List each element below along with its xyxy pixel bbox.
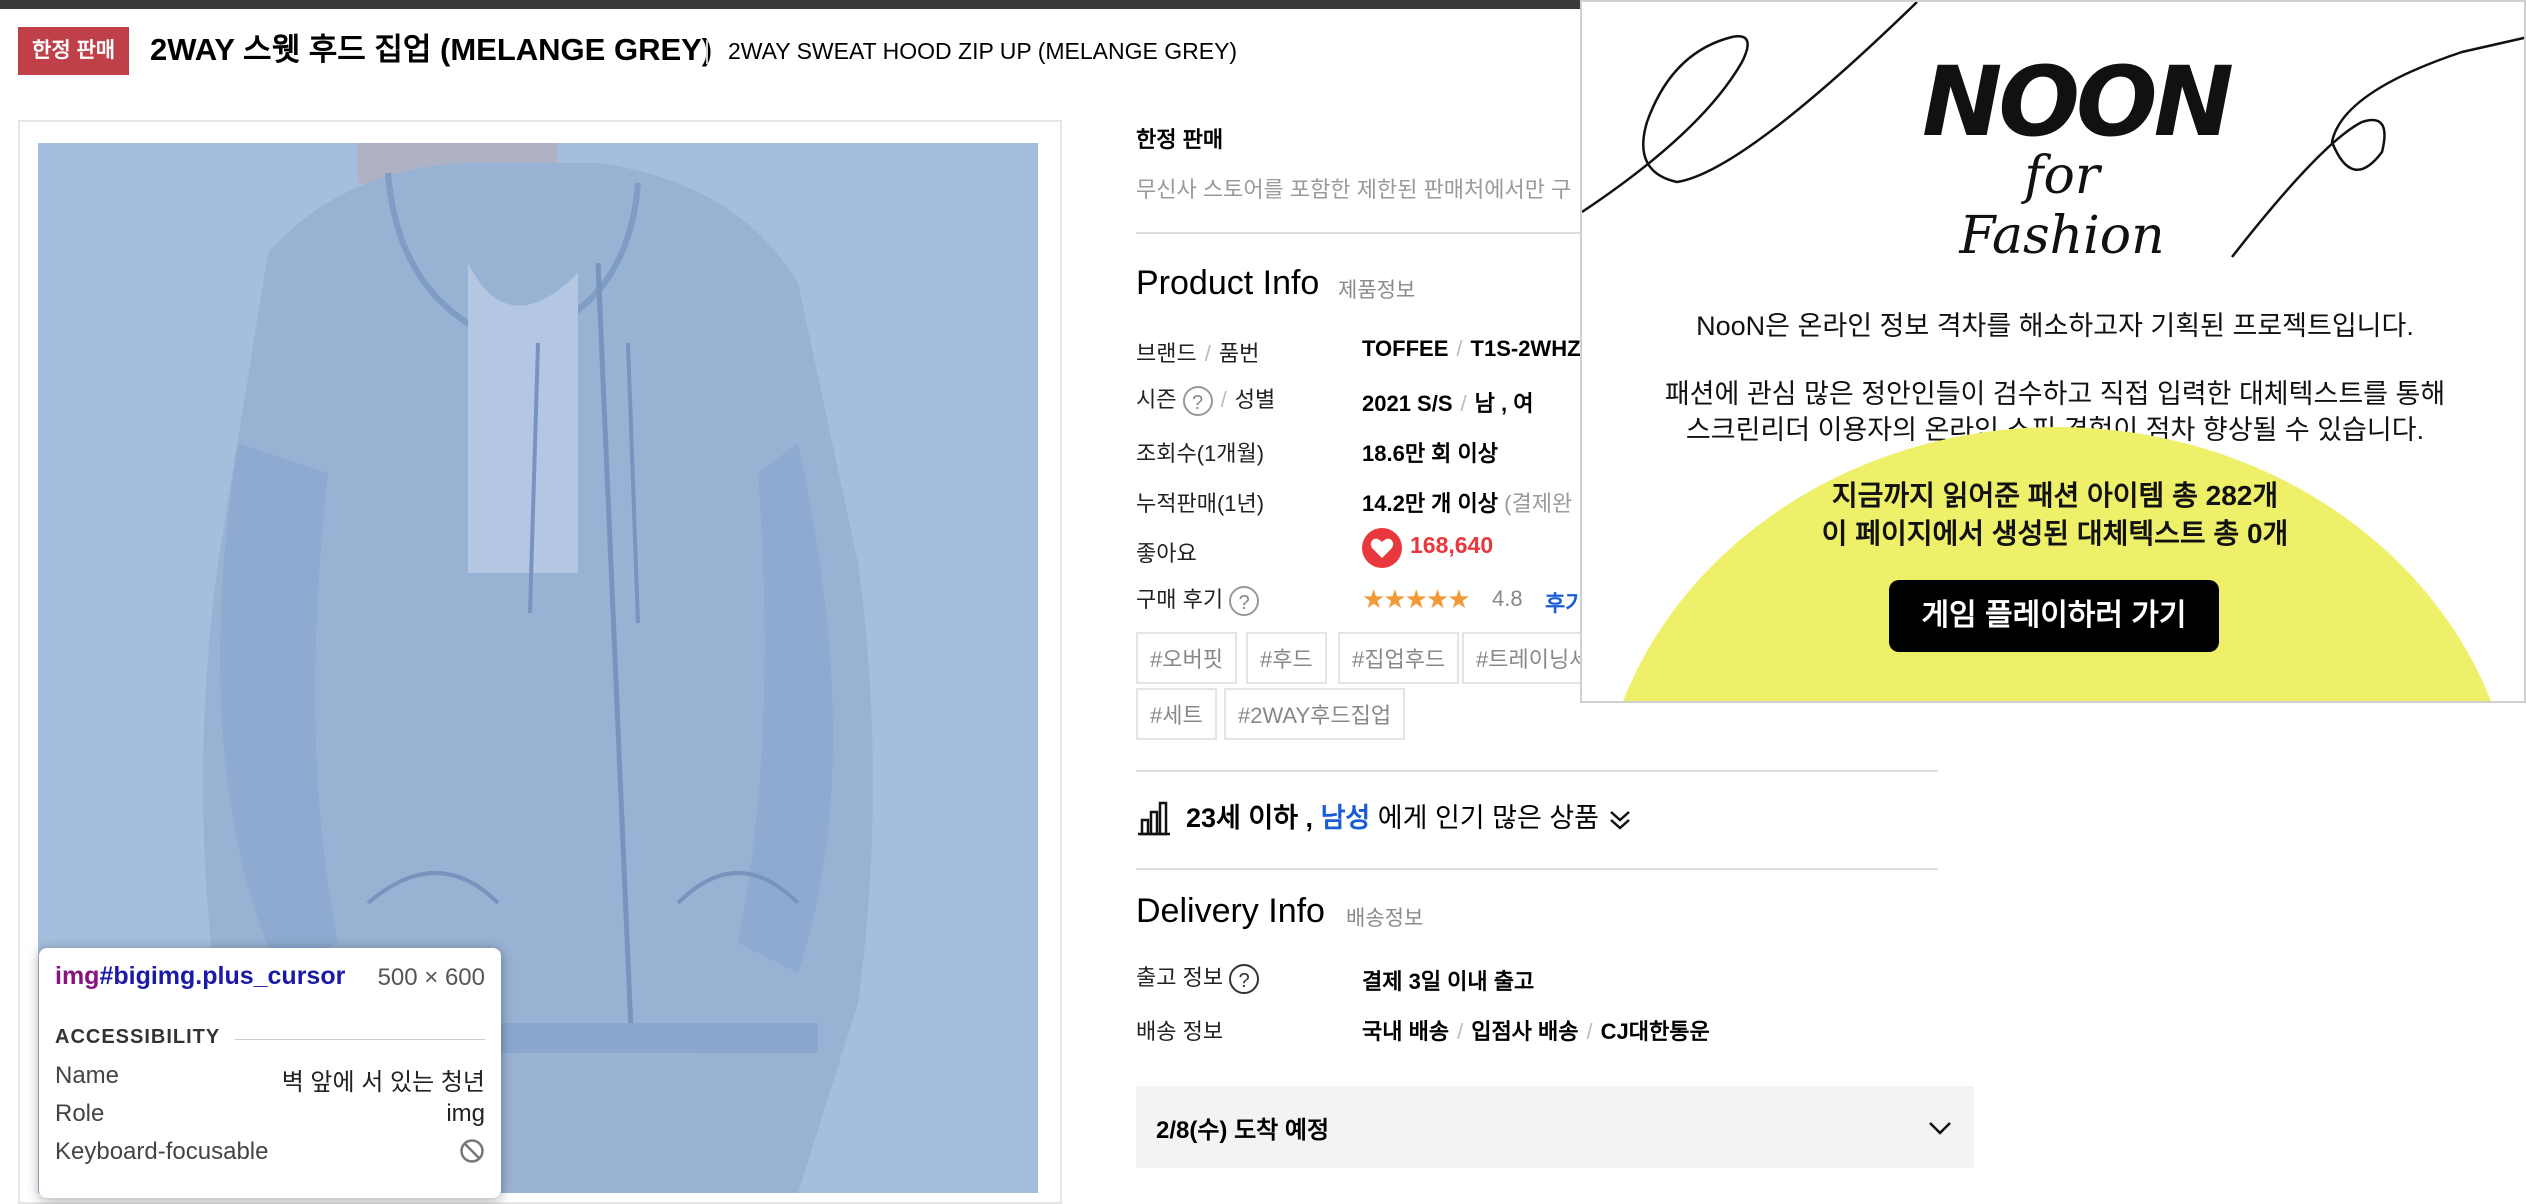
noon-stat-page: 이 페이지에서 생성된 대체텍스트 총 0개	[1821, 518, 2289, 549]
product-title-ko: 2WAY 스웻 후드 집업 (MELANGE GREY)	[150, 32, 713, 67]
brand-label-text: 브랜드	[1136, 341, 1197, 366]
popular-age: 23세 이하 ,	[1186, 803, 1314, 833]
review-label: 구매 후기 ?	[1136, 582, 1260, 617]
views-label: 조회수(1개월)	[1136, 441, 1265, 466]
popular-products-toggle[interactable]: 23세 이하 , 남성 에게 인기 많은 상품	[1186, 796, 1633, 835]
tooltip-size: 500 × 600	[377, 964, 485, 991]
tooltip-selector: #bigimg.plus_cursor	[99, 962, 346, 990]
divider	[1136, 770, 1938, 772]
product-code: T1S-2WHZ	[1470, 336, 1581, 361]
likes-label: 좋아요	[1136, 541, 1197, 566]
title-divider	[706, 40, 708, 64]
season-value: 2021 S/S / 남 , 여	[1362, 391, 1534, 416]
popular-gender: 남성	[1320, 803, 1371, 833]
season-text: 2021 S/S	[1362, 391, 1453, 416]
tag-chip[interactable]: #세트	[1136, 688, 1217, 740]
delivery-info-subtitle: 배송정보	[1346, 907, 1424, 930]
noon-logo-top: NOON	[1922, 46, 2234, 158]
tooltip-key: Role	[55, 1100, 105, 1127]
tag-chip[interactable]: #2WAY후드집업	[1224, 688, 1406, 740]
delivery-info-title: Delivery Info	[1136, 892, 1325, 930]
brand-label: 브랜드 / 품번	[1136, 341, 1260, 366]
views-value: 18.6만 회 이상	[1362, 441, 1499, 466]
noon-stat-total: 지금까지 읽어준 패션 아이템 총 282개	[1831, 480, 2279, 511]
review-label-text: 구매 후기	[1136, 587, 1224, 612]
divider	[1136, 868, 1938, 870]
sales-value: 14.2만 개 이상 (결제완	[1362, 486, 1572, 518]
star-rating-icon: ★★★★★	[1362, 584, 1471, 614]
tooltip-row-focusable: Keyboard-focusable	[55, 1138, 485, 1170]
no-entry-icon	[459, 1138, 485, 1171]
method-vendor: 입점사 배송	[1471, 1019, 1579, 1044]
chevron-down-icon	[1929, 1122, 1951, 1135]
tag-chip[interactable]: #집업후드	[1338, 632, 1460, 684]
popular-text: 에게 인기 많은 상품	[1377, 803, 1600, 833]
tooltip-row-name: Name 벽 앞에 서 있는 청년	[55, 1062, 485, 1096]
rating-value: 4.8	[1492, 586, 1523, 611]
ship-label-text: 출고 정보	[1136, 965, 1224, 990]
double-chevron-down-icon	[1607, 803, 1633, 833]
tooltip-key: Keyboard-focusable	[55, 1138, 269, 1165]
arrival-estimate-dropdown[interactable]: 2/8(수) 도착 예정	[1136, 1086, 1974, 1168]
bar-chart-icon	[1136, 800, 1172, 841]
tooltip-row-role: Role img	[55, 1100, 485, 1132]
tag-chip[interactable]: #후드	[1246, 632, 1327, 684]
ship-label: 출고 정보 ?	[1136, 960, 1260, 995]
help-icon[interactable]: ?	[1229, 586, 1260, 617]
sales-note: (결제완	[1504, 491, 1573, 516]
arrival-text: 2/8(수) 도착 예정	[1156, 1117, 1330, 1144]
product-info-title: Product Info	[1136, 264, 1320, 302]
code-label-text: 품번	[1218, 341, 1260, 366]
help-icon[interactable]: ?	[1229, 964, 1260, 995]
product-info-subtitle: 제품정보	[1338, 279, 1416, 302]
divider	[1136, 232, 1580, 234]
heart-icon[interactable]	[1362, 528, 1402, 568]
method-value: 국내 배송 / 입점사 배송 / CJ대한통운	[1362, 1019, 1710, 1044]
limited-sale-note: 무신사 스토어를 포함한 제한된 판매처에서만 구	[1136, 177, 1572, 202]
noon-overlay-panel: NOON for Fashion NooN은 온라인 정보 격차를 해소하고자 …	[1580, 0, 2526, 703]
noon-logo: NOON for Fashion	[1922, 46, 2234, 266]
gender-text: 남 , 여	[1474, 391, 1534, 416]
sales-text: 14.2만 개 이상	[1362, 491, 1499, 516]
likes-count: 168,640	[1410, 532, 1494, 558]
product-title-en: 2WAY SWEAT HOOD ZIP UP (MELANGE GREY)	[728, 38, 1238, 64]
brand-value: TOFFEE / T1S-2WHZ	[1362, 336, 1581, 361]
tooltip-element-name: img#bigimg.plus_cursor	[55, 962, 345, 991]
method-carrier: CJ대한통운	[1600, 1019, 1710, 1044]
tooltip-value: img	[446, 1100, 485, 1127]
tooltip-value: 벽 앞에 서 있는 청년	[281, 1069, 485, 1096]
tooltip-section-title: ACCESSIBILITY	[55, 1026, 221, 1048]
tooltip-key: Name	[55, 1062, 120, 1089]
devtools-inspect-tooltip: img#bigimg.plus_cursor 500 × 600 ACCESSI…	[39, 948, 501, 1198]
noon-intro-line: NooN은 온라인 정보 격차를 해소하고자 기획된 프로젝트입니다.	[1696, 311, 2414, 341]
brand-name[interactable]: TOFFEE	[1362, 336, 1448, 361]
noon-logo-bottom: for Fashion	[1959, 146, 2165, 266]
season-label-text: 시즌	[1136, 387, 1177, 412]
noon-desc-line1: 패션에 관심 많은 정안인들이 검수하고 직접 입력한 대체텍스트를 통해	[1664, 379, 2446, 409]
help-icon[interactable]: ?	[1182, 386, 1213, 417]
method-domestic: 국내 배송	[1362, 1019, 1450, 1044]
limited-badge: 한정 판매	[18, 27, 130, 75]
limited-sale-label: 한정 판매	[1136, 127, 1224, 152]
method-label: 배송 정보	[1136, 1019, 1224, 1044]
play-game-button[interactable]: 게임 플레이하러 가기	[1889, 580, 2219, 652]
ship-value: 결제 3일 이내 출고	[1362, 969, 1535, 994]
tooltip-divider	[235, 1039, 485, 1040]
tag-chip[interactable]: #오버핏	[1136, 632, 1237, 684]
tooltip-tag: img	[55, 962, 100, 990]
sales-label: 누적판매(1년)	[1136, 491, 1265, 516]
season-label: 시즌 ? / 성별	[1136, 386, 1276, 417]
gender-label-text: 성별	[1234, 387, 1276, 412]
